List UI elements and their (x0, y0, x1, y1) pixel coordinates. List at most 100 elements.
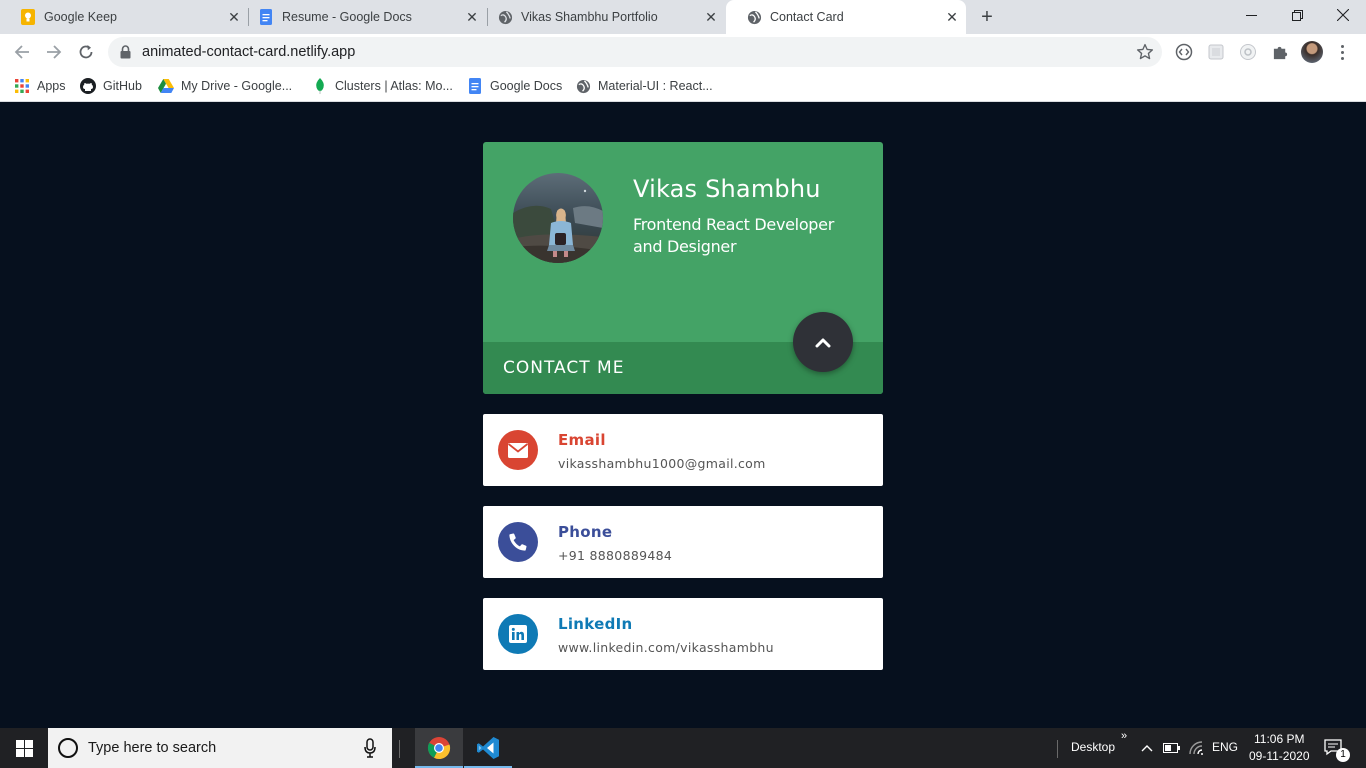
globe-icon (746, 9, 762, 25)
taskbar-vscode-button[interactable] (464, 728, 512, 768)
profile-name: Vikas Shambhu (633, 175, 821, 203)
close-icon (1337, 9, 1349, 21)
taskbar-divider (1057, 740, 1058, 758)
arrow-right-icon (47, 45, 62, 59)
address-bar[interactable]: animated-contact-card.netlify.app (108, 37, 1162, 67)
chrome-icon (427, 737, 451, 760)
clock-time[interactable]: 11:06 PM (1254, 732, 1304, 746)
cortana-circle-icon (58, 738, 78, 758)
desktop-toolbar-label[interactable]: Desktop (1071, 740, 1115, 754)
contact-label: Phone (558, 523, 613, 541)
bookmark-my-drive[interactable]: My Drive - Google... (158, 76, 292, 96)
tab-vikas-shambhu-portfolio[interactable]: Vikas Shambhu Portfolio ✕ (477, 0, 725, 34)
contact-value: vikasshambhu1000@gmail.com (558, 456, 766, 471)
globe-icon (497, 9, 513, 25)
url-text: animated-contact-card.netlify.app (142, 44, 356, 60)
minimize-button[interactable] (1228, 0, 1274, 30)
tab-title: Resume - Google Docs (282, 10, 412, 24)
tab-resume-google-docs[interactable]: Resume - Google Docs ✕ (238, 0, 486, 34)
bookmarks-bar: Apps GitHub My Drive - Google... Cluster… (0, 70, 1366, 102)
mongodb-leaf-icon (312, 78, 328, 94)
toggle-contact-button[interactable] (793, 312, 853, 372)
contact-item-email[interactable]: Email vikasshambhu1000@gmail.com (483, 414, 883, 486)
google-keep-icon (20, 9, 36, 25)
network-wifi-icon[interactable] (1188, 740, 1206, 756)
apps-grid-icon (14, 78, 30, 94)
bookmark-apps[interactable]: Apps (14, 76, 66, 96)
contact-value: www.linkedin.com/vikasshambhu (558, 640, 774, 655)
clock-date[interactable]: 09-11-2020 (1249, 749, 1310, 763)
google-docs-icon (467, 78, 483, 94)
windows-logo-icon (15, 739, 33, 757)
bookmark-label: Apps (37, 79, 66, 93)
taskbar-search-box[interactable]: Type here to search (48, 728, 392, 768)
windows-taskbar: Type here to search Desktop » ENG 11:06 … (0, 728, 1366, 768)
tab-title: Vikas Shambhu Portfolio (521, 10, 658, 24)
extension-circle-icon[interactable] (1238, 42, 1258, 62)
bookmark-label: My Drive - Google... (181, 79, 293, 93)
tab-contact-card[interactable]: Contact Card ✕ (726, 0, 966, 34)
browser-menu-icon[interactable] (1336, 42, 1348, 62)
profile-avatar[interactable] (1301, 41, 1323, 63)
search-placeholder: Type here to search (88, 740, 217, 756)
extension-square-icon[interactable] (1206, 42, 1226, 62)
new-tab-button[interactable]: + (976, 6, 998, 28)
contact-label: Email (558, 431, 606, 449)
chevron-double-right-icon[interactable]: » (1121, 730, 1127, 742)
reload-icon (79, 45, 93, 59)
profile-role: Frontend React Developer and Designer (633, 215, 834, 256)
google-drive-icon (158, 78, 174, 94)
phone-icon (498, 522, 538, 562)
tab-title: Google Keep (44, 10, 117, 24)
taskbar-divider (399, 740, 400, 758)
arrow-left-icon (14, 45, 29, 59)
linkedin-icon (498, 614, 538, 654)
tab-title: Contact Card (770, 10, 844, 24)
contact-card: Vikas Shambhu Frontend React Developer a… (483, 142, 883, 394)
bookmark-label: Clusters | Atlas: Mo... (335, 79, 453, 93)
battery-icon[interactable] (1162, 740, 1180, 756)
tab-close-icon[interactable]: ✕ (703, 9, 719, 25)
input-language-indicator[interactable]: ENG (1212, 740, 1238, 754)
minimize-icon (1245, 14, 1257, 16)
browser-tab-strip: Google Keep ✕ Resume - Google Docs ✕ Vik… (0, 0, 1366, 34)
bookmark-github[interactable]: GitHub (80, 76, 142, 96)
bookmark-material-ui[interactable]: Material-UI : React... (575, 76, 713, 96)
restore-icon (1291, 9, 1303, 21)
google-docs-icon (258, 9, 274, 25)
vscode-icon (477, 737, 499, 759)
lock-icon (120, 45, 131, 64)
contact-item-phone[interactable]: Phone +91 8880889484 (483, 506, 883, 578)
tab-close-icon[interactable]: ✕ (944, 9, 960, 25)
notification-count-badge: 1 (1336, 748, 1350, 762)
bookmark-google-docs[interactable]: Google Docs (467, 76, 562, 96)
profile-photo (513, 173, 603, 263)
bookmark-label: Google Docs (490, 79, 563, 93)
extensions-puzzle-icon[interactable] (1270, 42, 1290, 62)
reload-button[interactable] (72, 38, 100, 66)
globe-icon (575, 78, 591, 94)
browser-toolbar: animated-contact-card.netlify.app (0, 34, 1366, 70)
start-button[interactable] (0, 728, 48, 768)
contact-me-title: CONTACT ME (503, 358, 625, 378)
restore-button[interactable] (1274, 0, 1320, 30)
contact-value: +91 8880889484 (558, 548, 673, 563)
page-content: Vikas Shambhu Frontend React Developer a… (0, 103, 1366, 728)
contact-label: LinkedIn (558, 615, 633, 633)
extension-code-icon[interactable] (1174, 42, 1194, 62)
bookmark-clusters-atlas[interactable]: Clusters | Atlas: Mo... (312, 76, 453, 96)
github-icon (80, 78, 96, 94)
envelope-icon (498, 430, 538, 470)
taskbar-chrome-button[interactable] (415, 728, 463, 768)
forward-button[interactable] (40, 38, 68, 66)
microphone-icon[interactable] (364, 738, 376, 763)
bookmark-label: Material-UI : React... (598, 79, 713, 93)
close-window-button[interactable] (1320, 0, 1366, 30)
bookmark-label: GitHub (103, 79, 142, 93)
back-button[interactable] (8, 38, 36, 66)
bookmark-star-icon[interactable] (1136, 43, 1154, 66)
tab-google-keep[interactable]: Google Keep ✕ (0, 0, 248, 34)
chevron-up-icon (815, 338, 831, 347)
show-hidden-icons-chevron-icon[interactable] (1138, 740, 1156, 756)
contact-item-linkedin[interactable]: LinkedIn www.linkedin.com/vikasshambhu (483, 598, 883, 670)
